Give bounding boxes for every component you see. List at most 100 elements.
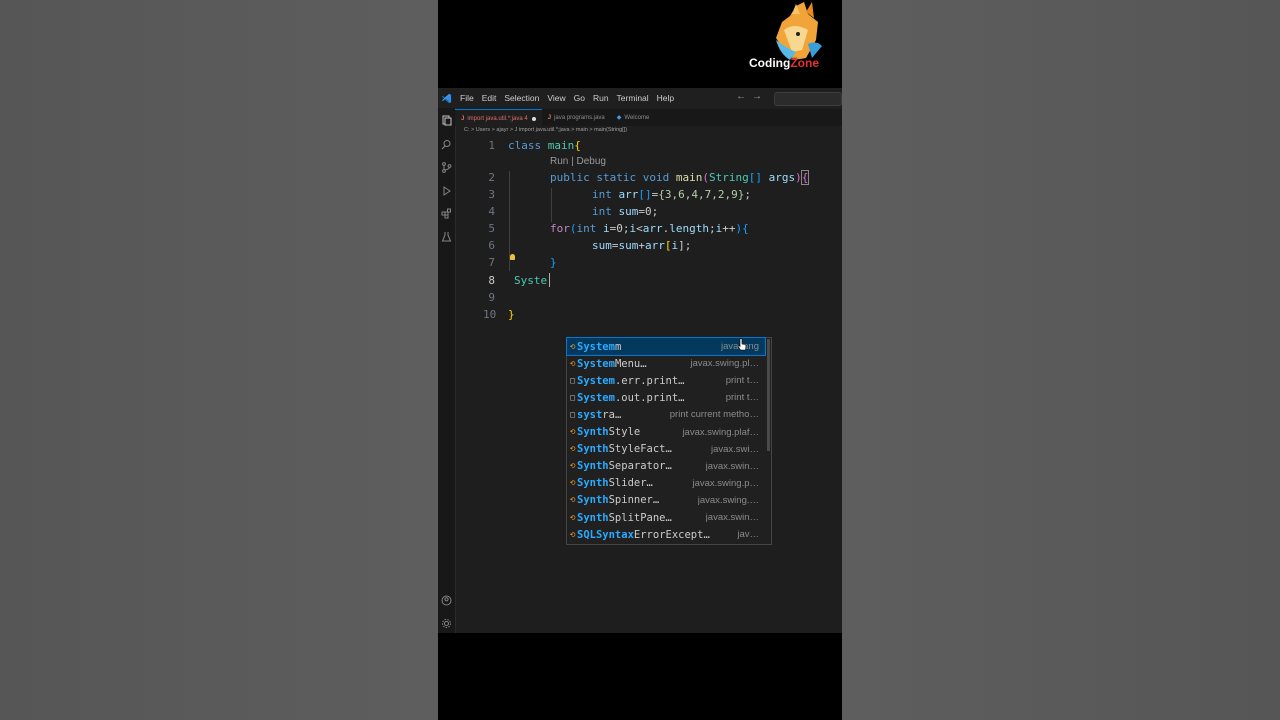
right-blur-background: [842, 0, 1280, 720]
suggestion-detail: jav…: [737, 529, 759, 541]
tab-java-programs[interactable]: J java programs.java: [542, 109, 611, 126]
suggestion-item[interactable]: ⟲ SynthStyleFact… javax.swi…: [567, 441, 765, 458]
class-icon: ⟲: [569, 342, 576, 351]
line-number: 9: [488, 291, 495, 304]
line-number: 10: [483, 308, 497, 321]
menu-go[interactable]: Go: [574, 93, 585, 103]
suggestion-item[interactable]: ⟲ SystemMenu… javax.swing.pl…: [567, 355, 765, 372]
activity-bar: [438, 108, 456, 633]
line-number: 6: [488, 239, 495, 252]
explorer-icon[interactable]: [441, 115, 452, 126]
line-number: 7: [488, 256, 495, 269]
code-line-7: }: [550, 256, 557, 269]
account-icon[interactable]: [441, 595, 452, 606]
suggestion-item[interactable]: ⟲Systemmjava.lang: [566, 337, 766, 356]
menu-run[interactable]: Run: [593, 93, 609, 103]
code-editor[interactable]: 1 2 3 4 5 6 7 8 9 10 class main{ Run | D…: [455, 136, 842, 633]
suggestion-item[interactable]: ⟲ SQLSyntaxErrorExcept… jav…: [567, 526, 765, 543]
video-frame: File Edit Selection View Go Run Terminal…: [438, 0, 842, 720]
testing-icon[interactable]: [441, 231, 452, 242]
menu-view[interactable]: View: [547, 93, 565, 103]
class-icon: ⟲: [569, 530, 576, 539]
extensions-icon[interactable]: [441, 208, 452, 219]
suggestion-item[interactable]: ⟲ SynthSplitPane… javax.swin…: [567, 509, 765, 526]
suggestion-detail: javax.swing.pl…: [690, 358, 759, 370]
suggestion-detail: print t…: [725, 392, 759, 404]
code-line-10: }: [508, 308, 515, 321]
breadcrumb[interactable]: C: > Users > ajayr > J import java.util.…: [464, 127, 627, 133]
class-icon: ⟲: [569, 479, 576, 488]
class-icon: ⟲: [569, 428, 576, 436]
suggestion-detail: javax.swing.p…: [692, 477, 759, 489]
code-lens-run-debug[interactable]: Run | Debug: [550, 156, 606, 167]
class-icon: ⟲: [569, 496, 576, 505]
line-number: 1: [488, 139, 495, 152]
code-line-1: class main{: [508, 139, 581, 152]
suggestion-detail: javax.swi…: [710, 443, 759, 455]
nav-back-forward-icons[interactable]: ←→: [736, 91, 768, 102]
suggestion-item[interactable]: ⟲ SynthSeparator… javax.swin…: [567, 458, 765, 475]
menu-edit[interactable]: Edit: [482, 93, 497, 103]
suggestion-label: SynthSlider…: [577, 477, 653, 490]
run-debug-icon[interactable]: [441, 185, 452, 196]
tab-label: import java.util.*;java 4: [467, 115, 528, 122]
vscode-logo-icon: [441, 93, 452, 103]
menu-help[interactable]: Help: [657, 93, 674, 103]
menu-terminal[interactable]: Terminal: [617, 93, 649, 103]
suggestion-detail: print current metho…: [669, 409, 759, 421]
suggestion-label: SynthSplitPane…: [577, 511, 672, 524]
vscode-window: File Edit Selection View Go Run Terminal…: [438, 88, 842, 633]
class-icon: ⟲: [569, 513, 576, 522]
tab-import-java-util[interactable]: J import java.util.*;java 4: [455, 109, 542, 127]
suggestion-label: System.err.print…: [577, 374, 685, 387]
class-icon: ⟲: [569, 462, 576, 471]
left-blur-background: [0, 0, 438, 720]
suggestion-item[interactable]: ⟲ SynthSlider… javax.swing.p…: [567, 475, 765, 492]
tab-label: Welcome: [624, 114, 650, 121]
suggest-scrollbar[interactable]: [767, 339, 770, 451]
suggestion-item[interactable]: ⟲ SynthSpinner… javax.swing.…: [567, 492, 765, 509]
tab-label: java programs.java: [554, 114, 605, 121]
editor-tabs: J import java.util.*;java 4 J java progr…: [455, 109, 842, 127]
tab-welcome[interactable]: ◆ Welcome: [611, 109, 656, 126]
mouse-pointer-icon: [737, 338, 747, 351]
title-bar: File Edit Selection View Go Run Terminal…: [438, 88, 842, 108]
line-number-current: 8: [488, 274, 495, 287]
suggestion-item[interactable]: □ systra… print current metho…: [567, 406, 765, 423]
suggestion-label: SynthSpinner…: [577, 494, 660, 507]
menu-file[interactable]: File: [460, 93, 474, 103]
unsaved-dot-icon[interactable]: [531, 116, 536, 121]
suggestion-detail: javax.swin…: [705, 460, 759, 472]
snippet-icon: □: [570, 393, 575, 403]
suggestion-detail: javax.swing.…: [697, 494, 759, 506]
suggestion-item[interactable]: ⟲ SynthStyle javax.swing.plaf…: [567, 424, 765, 441]
suggestion-label: SynthStyle: [577, 426, 641, 438]
code-line-3: int arr[]={3,6,4,7,2,9};: [592, 188, 751, 201]
code-line-6: sum=sum+arr[i];: [592, 239, 692, 252]
java-file-icon: J: [547, 114, 552, 121]
code-line-2: public static void main(String[] args){: [550, 170, 810, 185]
suggestion-label: systra…: [577, 408, 622, 421]
suggestion-item[interactable]: □ System.err.print… print t…: [567, 372, 765, 389]
lightbulb-icon[interactable]: [510, 254, 515, 260]
settings-gear-icon[interactable]: [441, 618, 452, 629]
command-center-search[interactable]: [774, 92, 842, 106]
source-control-icon[interactable]: [441, 162, 452, 173]
menu-selection[interactable]: Selection: [504, 93, 539, 103]
suggestion-item[interactable]: □ System.out.print… print t…: [567, 389, 765, 406]
class-icon: ⟲: [569, 445, 576, 454]
suggestion-detail: print t…: [725, 375, 759, 387]
snippet-icon: □: [570, 376, 575, 386]
coding-zone-watermark-text: CodingZone: [749, 56, 819, 70]
class-icon: ⟲: [569, 359, 576, 368]
search-icon[interactable]: [441, 139, 452, 150]
java-file-icon: J: [461, 115, 465, 122]
indent-guide: [551, 188, 552, 222]
suggestion-label: SQLSyntaxErrorExcept…: [577, 528, 710, 541]
suggestion-label: Systemm: [577, 340, 622, 353]
code-line-5: for(int i=0;i<arr.length;i++){: [550, 222, 749, 235]
code-line-8: Syste: [514, 274, 548, 287]
suggestion-label: SynthStyleFact…: [577, 443, 672, 456]
autocomplete-suggestions[interactable]: ⟲Systemmjava.lang⟲SystemMenu…javax.swing…: [566, 337, 772, 545]
line-number: 5: [488, 222, 495, 235]
